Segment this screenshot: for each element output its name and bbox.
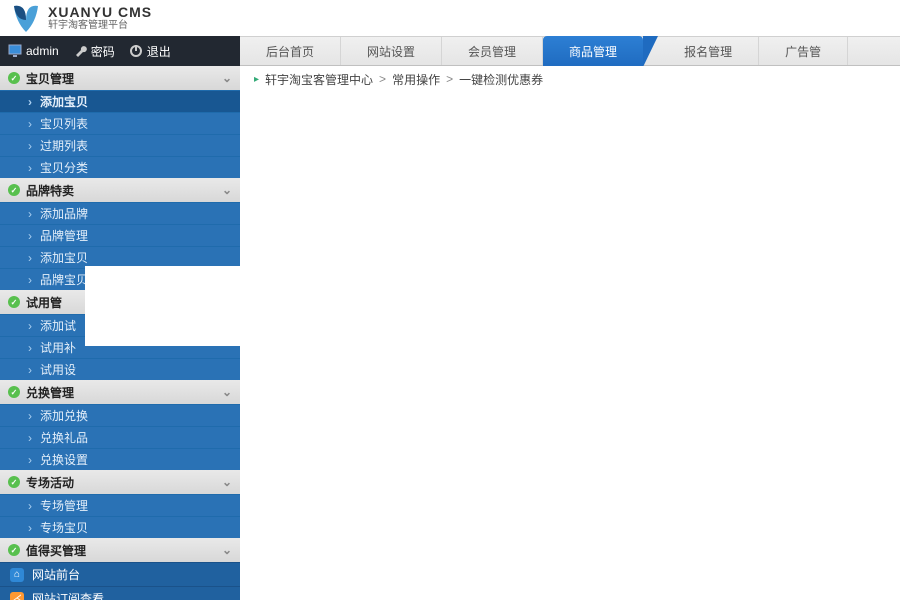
nav-tab-products[interactable]: 商品管理	[543, 36, 643, 67]
user-bar: admin 密码 退出	[0, 36, 240, 66]
nav-tab-home[interactable]: 后台首页	[240, 37, 341, 65]
breadcrumb-parent[interactable]: 常用操作	[392, 71, 440, 88]
footer-link-rss[interactable]: ⋌ 网站订阅查看	[0, 586, 240, 600]
check-icon: ✓	[8, 544, 20, 556]
sidebar-item-trial-set[interactable]: 试用设	[0, 358, 240, 380]
sidebar-group-exchange[interactable]: ✓ 兑换管理 ⌄	[0, 380, 240, 404]
rss-icon: ⋌	[10, 592, 24, 600]
brand-subtitle: 轩宇淘客管理平台	[48, 21, 152, 31]
wrench-icon	[73, 44, 87, 58]
sidebar-item-add-brand[interactable]: 添加品牌	[0, 202, 240, 224]
breadcrumb-current: 一键检测优惠券	[459, 71, 543, 88]
password-link[interactable]: 密码	[73, 43, 115, 60]
group-title: 试用管	[26, 294, 62, 311]
sidebar-item-add-baobei2[interactable]: 添加宝贝	[0, 246, 240, 268]
power-icon	[129, 44, 143, 58]
nav-tab-ads[interactable]: 广告管	[759, 37, 848, 65]
chevron-down-icon: ⌄	[222, 385, 232, 399]
check-icon: ✓	[8, 184, 20, 196]
check-icon: ✓	[8, 386, 20, 398]
footer-label: 网站前台	[32, 566, 80, 583]
footer-link-site[interactable]: ⌂ 网站前台	[0, 562, 240, 586]
chevron-down-icon: ⌄	[222, 183, 232, 197]
brand-title: XUANYU CMS	[48, 5, 152, 19]
sidebar-item-baobei-list[interactable]: 宝贝列表	[0, 112, 240, 134]
footer-label: 网站订阅查看	[32, 590, 104, 600]
check-icon: ✓	[8, 296, 20, 308]
sidebar-group-worth[interactable]: ✓ 值得买管理 ⌄	[0, 538, 240, 562]
monitor-icon	[8, 44, 22, 58]
logout-label: 退出	[147, 43, 171, 60]
app-header: XUANYU CMS 轩宇淘客管理平台	[0, 0, 900, 36]
home-icon: ⌂	[10, 568, 24, 582]
breadcrumb-separator: >	[446, 72, 453, 86]
username-label: admin	[26, 44, 59, 58]
chevron-down-icon: ⌄	[222, 71, 232, 85]
sidebar-item-expired-list[interactable]: 过期列表	[0, 134, 240, 156]
nav-tab-members[interactable]: 会员管理	[442, 37, 543, 65]
sidebar-group-special[interactable]: ✓ 专场活动 ⌄	[0, 470, 240, 494]
sidebar-item-add-baobei[interactable]: 添加宝贝	[0, 90, 240, 112]
sidebar-item-special-manage[interactable]: 专场管理	[0, 494, 240, 516]
sidebar-group-brand[interactable]: ✓ 品牌特卖 ⌄	[0, 178, 240, 202]
logo: XUANYU CMS 轩宇淘客管理平台	[10, 2, 900, 34]
group-title: 宝贝管理	[26, 70, 74, 87]
sidebar-item-exchange-gift[interactable]: 兑换礼品	[0, 426, 240, 448]
chevron-down-icon: ⌄	[222, 475, 232, 489]
group-title: 品牌特卖	[26, 182, 74, 199]
nav-tab-site[interactable]: 网站设置	[341, 37, 442, 65]
logout-link[interactable]: 退出	[129, 43, 171, 60]
sidebar-item-special-baobei[interactable]: 专场宝贝	[0, 516, 240, 538]
password-label: 密码	[91, 43, 115, 60]
breadcrumb-separator: >	[379, 72, 386, 86]
user-identity[interactable]: admin	[8, 44, 59, 58]
group-title: 值得买管理	[26, 542, 86, 559]
sidebar-item-brand-manage[interactable]: 品牌管理	[0, 224, 240, 246]
sidebar-item-baobei-category[interactable]: 宝贝分类	[0, 156, 240, 178]
sidebar-item-add-exchange[interactable]: 添加兑换	[0, 404, 240, 426]
check-icon: ✓	[8, 72, 20, 84]
check-icon: ✓	[8, 476, 20, 488]
breadcrumb-root[interactable]: 轩宇淘宝客管理中心	[265, 71, 373, 88]
sidebar-group-baobei[interactable]: ✓ 宝贝管理 ⌄	[0, 66, 240, 90]
chevron-down-icon: ⌄	[222, 543, 232, 557]
group-title: 专场活动	[26, 474, 74, 491]
nav-tab-signup[interactable]: 报名管理	[658, 37, 759, 65]
group-title: 兑换管理	[26, 384, 74, 401]
bullet-icon: ▸	[254, 74, 259, 85]
breadcrumb: ▸ 轩宇淘宝客管理中心 > 常用操作 > 一键检测优惠券	[240, 66, 900, 92]
sidebar-item-exchange-set[interactable]: 兑换设置	[0, 448, 240, 470]
overlay-block	[85, 266, 825, 346]
logo-icon	[10, 2, 42, 34]
